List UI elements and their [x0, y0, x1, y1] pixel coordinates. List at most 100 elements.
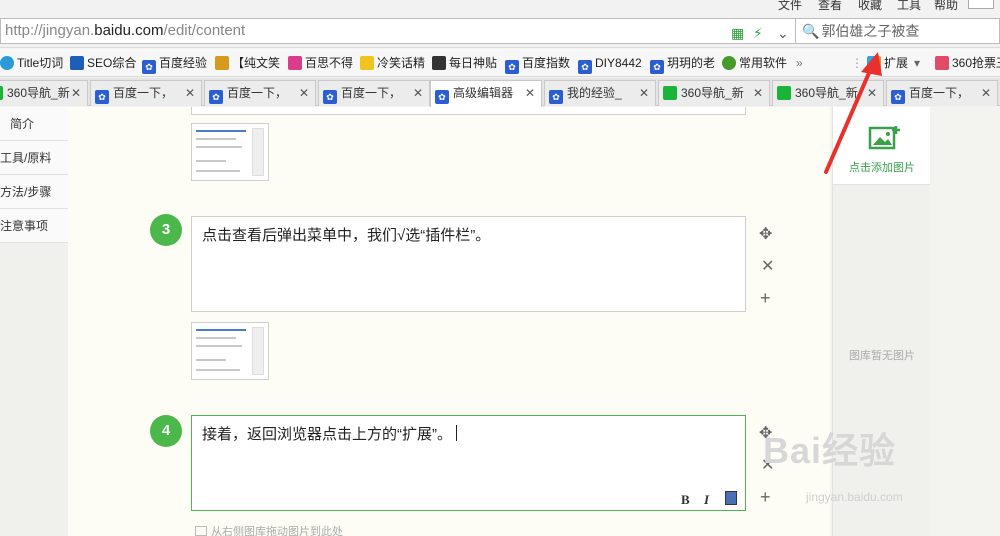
close-icon[interactable]: ✕ — [71, 81, 81, 105]
bookmark-item[interactable]: 百思不得 — [288, 54, 353, 72]
move-icon[interactable]: ✥ — [759, 227, 772, 243]
tab[interactable]: 360导航_新 ✕ — [772, 80, 884, 106]
separator-dots: ⋮ — [851, 56, 863, 70]
address-bar: http://jingyan.baidu.com/edit/content ▦ … — [0, 14, 1000, 48]
bookmark-item[interactable]: 冷笑话精 — [360, 54, 425, 72]
baidu-jingyan-watermark: Bai经验 — [763, 430, 897, 471]
step-box-previous[interactable] — [191, 107, 746, 115]
bookmark-item[interactable]: Title切词 — [0, 54, 63, 72]
close-icon[interactable]: ✕ — [185, 81, 195, 105]
bookmark-item[interactable]: 【纯文笑 — [215, 54, 280, 72]
baidu-paw-icon: ✿ — [549, 90, 563, 104]
url-field[interactable]: http://jingyan.baidu.com/edit/content ▦ … — [0, 18, 796, 44]
add-image-button[interactable]: 点击添加图片 — [833, 107, 931, 185]
add-image-label: 点击添加图片 — [849, 162, 915, 174]
baidu-paw-icon: ✿ — [505, 60, 519, 74]
bookmark-item[interactable]: SEO综合 — [70, 54, 136, 72]
close-icon[interactable]: ✕ — [525, 81, 535, 105]
image-icon — [195, 526, 207, 536]
watermark-url: jingyan.baidu.com — [806, 490, 903, 504]
speed-mode-icon[interactable]: ⚡ — [753, 21, 763, 45]
poop-icon — [215, 56, 229, 70]
tab[interactable]: ✿ 百度一下， ✕ — [90, 80, 202, 106]
menu-file[interactable]: 文件 — [778, 0, 802, 13]
menu-bar: 文件 查看 收藏 工具 帮助 — [0, 0, 1000, 14]
nav-item-steps[interactable]: 方法/步骤 — [0, 175, 68, 209]
close-icon[interactable]: ✕ — [299, 81, 309, 105]
window-button[interactable] — [968, 0, 994, 9]
bookmark-item[interactable]: ✿ DIY8442 — [578, 54, 642, 74]
step-text: 点击查看后弹出菜单中，我们√选“插件栏”。 — [202, 227, 491, 244]
delete-icon[interactable]: ✕ — [761, 259, 774, 275]
bookmark-item[interactable]: 360抢票王 — [935, 54, 1000, 72]
tab[interactable]: ✿ 我的经验_ ✕ — [544, 80, 656, 106]
add-image-icon — [868, 126, 900, 150]
baidu-paw-icon: ✿ — [323, 90, 337, 104]
step-thumbnail[interactable] — [191, 322, 269, 380]
step-text: 接着，返回浏览器点击上方的“扩展”。 — [202, 426, 452, 443]
leaf-icon — [722, 56, 736, 70]
more-bookmarks-icon[interactable]: » — [796, 54, 803, 72]
search-input[interactable]: 🔍 郭伯雄之子被查 — [796, 18, 1000, 44]
bookmark-item[interactable]: 常用软件 — [722, 54, 787, 72]
seo-icon — [70, 56, 84, 70]
left-nav: 简介 工具/原料 方法/步骤 注意事项 — [0, 107, 68, 536]
bold-button[interactable]: B — [681, 490, 690, 510]
360-icon — [663, 86, 677, 100]
bookmark-item[interactable]: ✿ 百度经验 — [142, 54, 207, 74]
security-icon[interactable]: ▦ — [731, 21, 744, 45]
bookmark-item[interactable]: ✿ 玥玥的老 — [650, 54, 715, 74]
tab-active[interactable]: ✿ 高级编辑器 ✕ — [430, 80, 542, 107]
menu-tools[interactable]: 工具 — [897, 0, 921, 13]
chevron-down-icon[interactable]: ⌄ — [777, 21, 789, 45]
close-icon[interactable]: ✕ — [639, 81, 649, 105]
extensions-button[interactable]: 扩展 ▾ — [867, 54, 920, 72]
search-icon[interactable]: 🔍 — [802, 23, 819, 39]
close-icon[interactable]: ✕ — [981, 81, 991, 105]
tab[interactable]: ✿ 百度一下， ✕ — [886, 80, 998, 106]
baidu-paw-icon: ✿ — [650, 60, 664, 74]
bookmarks-bar: Title切词 SEO综合 ✿ 百度经验 【纯文笑 百思不得 冷笑话精 每日神贴 … — [0, 49, 1000, 77]
drop-hint: 从右侧图库拖动图片到此处 — [195, 523, 343, 536]
jiong-icon — [288, 56, 302, 70]
url-domain: baidu.com — [94, 22, 164, 39]
bookmark-item[interactable]: 每日神贴 — [432, 54, 497, 72]
step-number: 4 — [150, 415, 182, 447]
step-number: 3 — [150, 214, 182, 246]
menu-favorites[interactable]: 收藏 — [858, 0, 882, 13]
tab[interactable]: ✿ 百度一下， ✕ — [318, 80, 430, 106]
step-text-box-active[interactable]: 接着，返回浏览器点击上方的“扩展”。 B I — [191, 415, 746, 511]
tab[interactable]: 360导航_新 ✕ — [0, 80, 88, 106]
tab[interactable]: ✿ 百度一下， ✕ — [204, 80, 316, 106]
bookmark-item[interactable]: ✿ 百度指数 — [505, 54, 570, 74]
baidu-paw-icon: ✿ — [95, 90, 109, 104]
baidu-paw-icon: ✿ — [891, 90, 905, 104]
smile-icon — [360, 56, 374, 70]
add-step-icon[interactable]: + — [760, 488, 771, 506]
step-text-box[interactable]: 点击查看后弹出菜单中，我们√选“插件栏”。 — [191, 216, 746, 312]
close-icon[interactable]: ✕ — [413, 81, 423, 105]
add-step-icon[interactable]: + — [760, 289, 771, 307]
tab[interactable]: 360导航_新 ✕ — [658, 80, 770, 106]
tab-bar: 360导航_新 ✕ ✿ 百度一下， ✕ ✿ 百度一下， ✕ ✿ 百度一下， ✕ ✿ 高级编辑器 ✕… — [0, 78, 1000, 107]
extensions-icon — [867, 56, 881, 70]
empty-library-text: 图库暂无图片 — [849, 350, 915, 362]
url-path: /edit/content — [163, 22, 246, 39]
menu-help[interactable]: 帮助 — [934, 0, 958, 13]
save-icon[interactable] — [725, 491, 737, 505]
close-icon[interactable]: ✕ — [753, 81, 763, 105]
step-thumbnail[interactable] — [191, 123, 269, 181]
close-icon[interactable]: ✕ — [867, 81, 877, 105]
nav-item-notes[interactable]: 注意事项 — [0, 209, 68, 243]
caret-down-icon: ▾ — [914, 56, 921, 70]
page-margin — [930, 107, 1000, 536]
360-icon — [777, 86, 791, 100]
url-prefix: http://jingyan. — [5, 22, 95, 39]
baidu-paw-icon: ✿ — [578, 60, 592, 74]
baidu-paw-icon: ✿ — [209, 90, 223, 104]
nav-item-intro[interactable]: 简介 — [0, 107, 68, 141]
baidu-paw-icon: ✿ — [435, 90, 449, 104]
menu-view[interactable]: 查看 — [818, 0, 842, 13]
nav-item-tools[interactable]: 工具/原料 — [0, 141, 68, 175]
italic-button[interactable]: I — [704, 490, 709, 510]
